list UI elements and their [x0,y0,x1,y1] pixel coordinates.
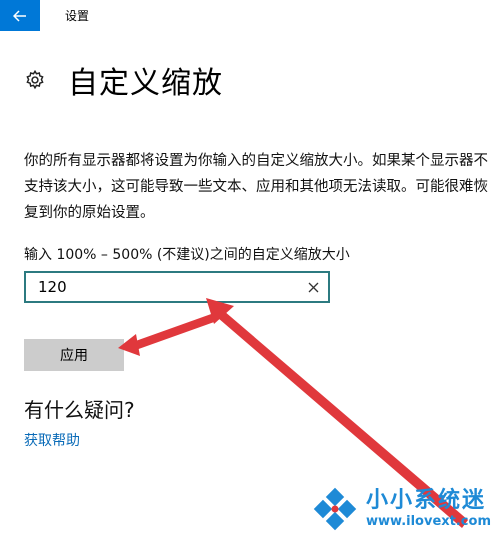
back-button[interactable] [0,0,40,31]
settings-window: 设置 自定义缩放 你的所有显示器都将设置为你输入的自定义缩放大小。如果某个显示器… [0,0,504,539]
arrow-to-apply [130,313,217,351]
app-title: 设置 [65,9,90,23]
close-icon [308,282,318,292]
watermark-text: 小小系统迷 www.ilovext.com [366,488,491,530]
watermark-url: www.ilovext.com [366,514,491,529]
page-title: 自定义缩放 [68,66,223,101]
page-header: 自定义缩放 [24,60,223,101]
scaling-description: 你的所有显示器都将设置为你输入的自定义缩放大小。如果某个显示器不支持该大小，这可… [24,153,488,221]
title-bar: 设置 [0,0,504,31]
arrow-left-icon [13,9,26,22]
apply-button[interactable]: 应用 [24,339,124,371]
gear-icon [26,69,44,90]
clear-button[interactable] [298,273,328,301]
scale-input[interactable] [24,271,330,303]
watermark: 小小系统迷 www.ilovext.com [310,483,500,535]
windows-logo-icon [313,487,357,531]
help-heading: 有什么疑问? [24,398,135,422]
get-help-link[interactable]: 获取帮助 [24,430,80,450]
scale-input-label: 输入 100% – 500% (不建议)之间的自定义缩放大小 [24,247,350,263]
watermark-name: 小小系统迷 [366,488,487,513]
scale-input-field[interactable] [26,277,298,297]
